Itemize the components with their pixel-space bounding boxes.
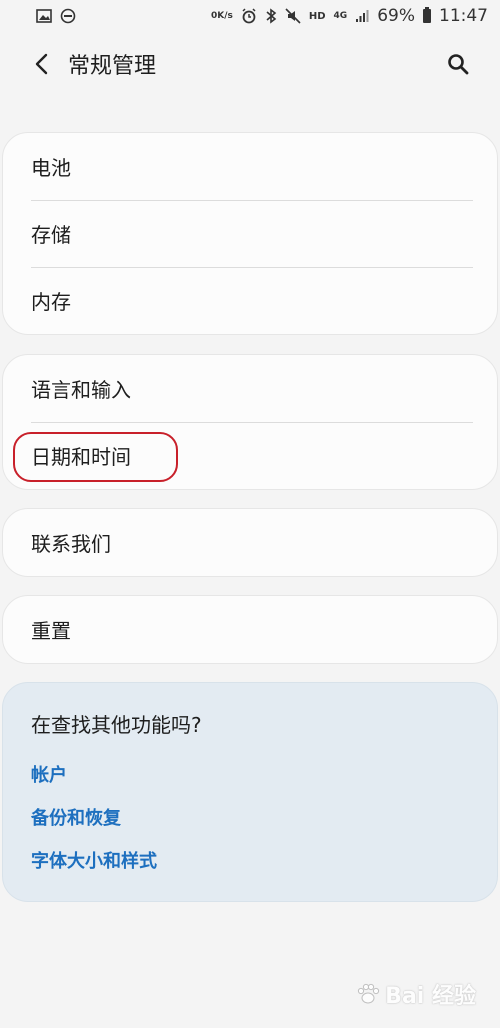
signal-icon	[355, 9, 369, 23]
settings-group-storage: 电池 存储 内存	[2, 132, 498, 335]
page-title: 常规管理	[68, 54, 157, 79]
settings-item-language-input[interactable]: 语言和输入	[3, 355, 497, 422]
back-button[interactable]	[22, 42, 62, 86]
suggestion-link-backup-restore[interactable]: 备份和恢复	[31, 804, 121, 830]
settings-item-memory[interactable]: 内存	[3, 267, 497, 334]
network-type: 4G	[333, 10, 348, 21]
battery-icon	[423, 7, 431, 23]
settings-group-reset: 重置	[2, 595, 498, 664]
battery-percent: 69%	[377, 6, 415, 26]
status-bar: 0 K/s HD 4G 69% 11:47	[0, 0, 500, 32]
do-not-disturb-icon	[60, 8, 76, 24]
search-button[interactable]	[436, 42, 480, 86]
suggestion-link-font-size-style[interactable]: 字体大小和样式	[31, 847, 157, 873]
net-speed: 0 K/s	[211, 10, 233, 21]
mute-icon	[285, 8, 301, 24]
alarm-icon	[241, 8, 257, 24]
hd-indicator: HD	[308, 10, 326, 22]
settings-item-date-time[interactable]: 日期和时间	[3, 422, 497, 489]
watermark: Bai 经验	[355, 978, 476, 1010]
status-bar-right: 0 K/s HD 4G 69% 11:47	[211, 6, 488, 26]
app-header: 常规管理	[0, 38, 500, 90]
settings-item-contact-us[interactable]: 联系我们	[3, 509, 497, 576]
settings-group-language: 语言和输入 日期和时间	[2, 354, 498, 490]
settings-group-contact: 联系我们	[2, 508, 498, 577]
net-speed-unit: K/s	[217, 10, 233, 21]
back-arrow-icon	[35, 53, 48, 75]
bluetooth-icon	[265, 8, 277, 24]
suggestions-title: 在查找其他功能吗?	[31, 713, 202, 737]
settings-item-storage[interactable]: 存储	[3, 200, 497, 267]
status-bar-left	[36, 8, 76, 24]
suggestions-card: 在查找其他功能吗? 帐户 备份和恢复 字体大小和样式	[2, 682, 498, 902]
paw-icon	[358, 983, 380, 1004]
settings-item-reset[interactable]: 重置	[3, 596, 497, 663]
image-icon	[36, 9, 52, 23]
suggestion-link-accounts[interactable]: 帐户	[31, 761, 67, 787]
watermark-text: Bai 经验	[385, 984, 476, 1009]
clock: 11:47	[439, 6, 488, 26]
settings-item-battery[interactable]: 电池	[3, 133, 497, 200]
search-icon	[448, 54, 469, 75]
